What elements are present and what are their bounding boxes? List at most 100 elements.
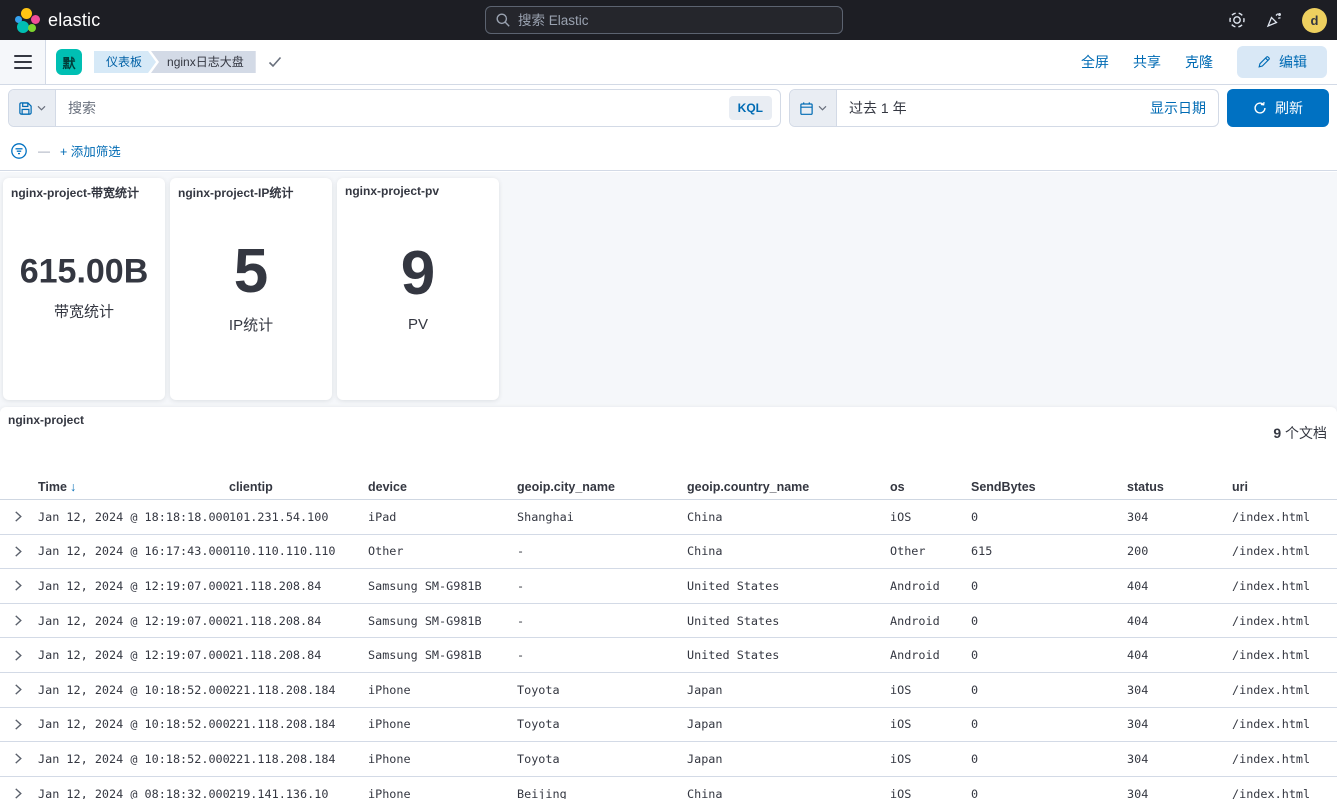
column-header-os[interactable]: os <box>890 480 971 494</box>
clone-button[interactable]: 克隆 <box>1185 52 1213 72</box>
table-row[interactable]: Jan 12, 2024 @ 18:18:18.000 101.231.54.10… <box>0 500 1337 535</box>
metric-label-bandwidth: 带宽统计 <box>53 303 114 321</box>
time-range-value[interactable]: 过去 1 年 <box>837 98 919 118</box>
cell-status: 404 <box>1127 613 1149 628</box>
kql-language-button[interactable]: KQL <box>728 96 772 120</box>
cell-uri: /index.html <box>1232 751 1311 766</box>
column-header-time[interactable]: Time ↓ <box>38 480 229 494</box>
expand-row-icon[interactable] <box>0 788 38 799</box>
cell-device: Samsung SM-G981B <box>368 613 482 628</box>
cell-device: Other <box>368 544 404 559</box>
breadcrumb-dashboards[interactable]: 仪表板 <box>94 51 156 73</box>
kql-search-input[interactable] <box>56 100 729 116</box>
expand-row-icon[interactable] <box>0 684 38 695</box>
global-search-input[interactable] <box>485 6 843 34</box>
newsfeed-icon[interactable] <box>1265 11 1283 29</box>
save-icon <box>19 101 32 115</box>
cell-geoip-country-name: United States <box>687 613 780 628</box>
column-header-device[interactable]: device <box>368 480 517 494</box>
filter-icon[interactable] <box>10 142 28 160</box>
table-row[interactable]: Jan 12, 2024 @ 08:18:32.000 219.141.136.1… <box>0 777 1337 799</box>
expand-row-icon[interactable] <box>0 580 38 592</box>
column-header-status[interactable]: status <box>1127 480 1232 494</box>
cell-status: 404 <box>1127 648 1149 663</box>
table-row[interactable]: Jan 12, 2024 @ 10:18:52.000 221.118.208.1… <box>0 742 1337 777</box>
table-row[interactable]: Jan 12, 2024 @ 12:19:07.000 21.118.208.84… <box>0 638 1337 673</box>
expand-row-icon[interactable] <box>0 753 38 765</box>
expand-row-icon[interactable] <box>0 719 38 730</box>
table-row[interactable]: Jan 12, 2024 @ 16:17:43.000 110.110.110.1… <box>0 535 1337 570</box>
table-header-row: Time ↓ clientip device geoip.city_name ge… <box>0 475 1337 500</box>
expand-row-icon[interactable] <box>0 615 38 626</box>
metric-panel-pv[interactable]: nginx-project-pv 9 PV <box>337 178 499 400</box>
metric-label-pv: PV <box>407 316 428 334</box>
cell-clientip: 221.118.208.184 <box>229 751 336 766</box>
panel-title: nginx-project-IP统计 <box>178 186 294 200</box>
cell-time: Jan 12, 2024 @ 12:19:07.000 <box>38 613 229 628</box>
cell-geoip-city-name: Toyota <box>517 751 560 766</box>
elastic-logo[interactable]: elastic <box>14 7 100 33</box>
column-header-geoip-city-name[interactable]: geoip.city_name <box>517 480 687 494</box>
cell-os: Android <box>890 578 940 593</box>
panel-title: nginx-project-带宽统计 <box>11 186 139 200</box>
cell-uri: /index.html <box>1232 578 1311 593</box>
space-avatar[interactable]: 默 <box>56 49 82 75</box>
user-avatar[interactable]: d <box>1302 7 1327 33</box>
add-filter-button[interactable]: + 添加筛选 <box>60 141 121 160</box>
breadcrumb-current-dashboard: nginx日志大盘 <box>151 51 256 73</box>
expand-row-icon[interactable] <box>0 546 38 557</box>
table-row[interactable]: Jan 12, 2024 @ 10:18:52.000 221.118.208.1… <box>0 673 1337 708</box>
cell-uri: /index.html <box>1232 717 1311 732</box>
column-header-geoip-country-name[interactable]: geoip.country_name <box>687 480 890 494</box>
cell-geoip-city-name: Toyota <box>517 682 560 697</box>
show-dates-button[interactable]: 显示日期 <box>1150 98 1218 118</box>
cell-uri: /index.html <box>1232 786 1311 799</box>
cell-clientip: 21.118.208.84 <box>229 578 322 593</box>
metric-value-pv: 9 <box>400 239 436 309</box>
cell-device: iPhone <box>368 751 411 766</box>
elastic-logo-icon <box>14 7 40 33</box>
document-count: 9 个文档 <box>1273 423 1327 443</box>
check-icon[interactable] <box>268 55 282 69</box>
cell-sendbytes: 0 <box>971 682 979 697</box>
cell-time: Jan 12, 2024 @ 12:19:07.000 <box>38 648 229 663</box>
cell-geoip-country-name: Japan <box>687 751 723 766</box>
cell-status: 304 <box>1127 682 1149 697</box>
cell-status: 200 <box>1127 544 1149 559</box>
cell-os: iOS <box>890 751 912 766</box>
panel-title: nginx-project-pv <box>345 184 440 198</box>
metric-panel-ip[interactable]: nginx-project-IP统计 5 IP统计 <box>170 178 332 400</box>
table-row[interactable]: Jan 12, 2024 @ 10:18:52.000 221.118.208.1… <box>0 708 1337 743</box>
fullscreen-button[interactable]: 全屏 <box>1081 52 1109 72</box>
cell-os: iOS <box>890 717 912 732</box>
cell-uri: /index.html <box>1232 544 1311 559</box>
cell-geoip-country-name: Japan <box>687 682 723 697</box>
cell-uri: /index.html <box>1232 682 1311 697</box>
column-header-sendbytes[interactable]: SendBytes <box>971 480 1127 494</box>
cell-time: Jan 12, 2024 @ 08:18:32.000 <box>38 786 229 799</box>
document-count-number: 9 <box>1273 425 1282 441</box>
table-row[interactable]: Jan 12, 2024 @ 12:19:07.000 21.118.208.84… <box>0 569 1337 604</box>
cell-status: 304 <box>1127 751 1149 766</box>
saved-query-menu-button[interactable] <box>9 90 56 126</box>
cell-geoip-city-name: Beijing <box>517 786 567 799</box>
sort-desc-icon[interactable]: ↓ <box>70 480 76 494</box>
column-header-uri[interactable]: uri <box>1232 480 1337 494</box>
expand-row-icon[interactable] <box>0 511 38 522</box>
cell-time: Jan 12, 2024 @ 16:17:43.000 <box>38 544 229 559</box>
share-button[interactable]: 共享 <box>1133 52 1161 72</box>
cell-clientip: 101.231.54.100 <box>229 509 329 524</box>
help-icon[interactable] <box>1228 11 1246 29</box>
table-row[interactable]: Jan 12, 2024 @ 12:19:07.000 21.118.208.84… <box>0 604 1337 639</box>
nav-menu-button[interactable] <box>0 40 46 84</box>
cell-sendbytes: 0 <box>971 578 979 593</box>
refresh-button-label: 刷新 <box>1275 100 1303 116</box>
cell-sendbytes: 0 <box>971 613 979 628</box>
date-quick-menu-button[interactable] <box>790 90 837 126</box>
expand-row-icon[interactable] <box>0 650 38 661</box>
metric-panel-bandwidth[interactable]: nginx-project-带宽统计 615.00B 带宽统计 <box>3 178 165 400</box>
edit-button[interactable]: 编辑 <box>1237 46 1327 78</box>
cell-os: iOS <box>890 682 912 697</box>
refresh-button[interactable]: 刷新 <box>1227 89 1329 127</box>
column-header-clientip[interactable]: clientip <box>229 480 368 494</box>
